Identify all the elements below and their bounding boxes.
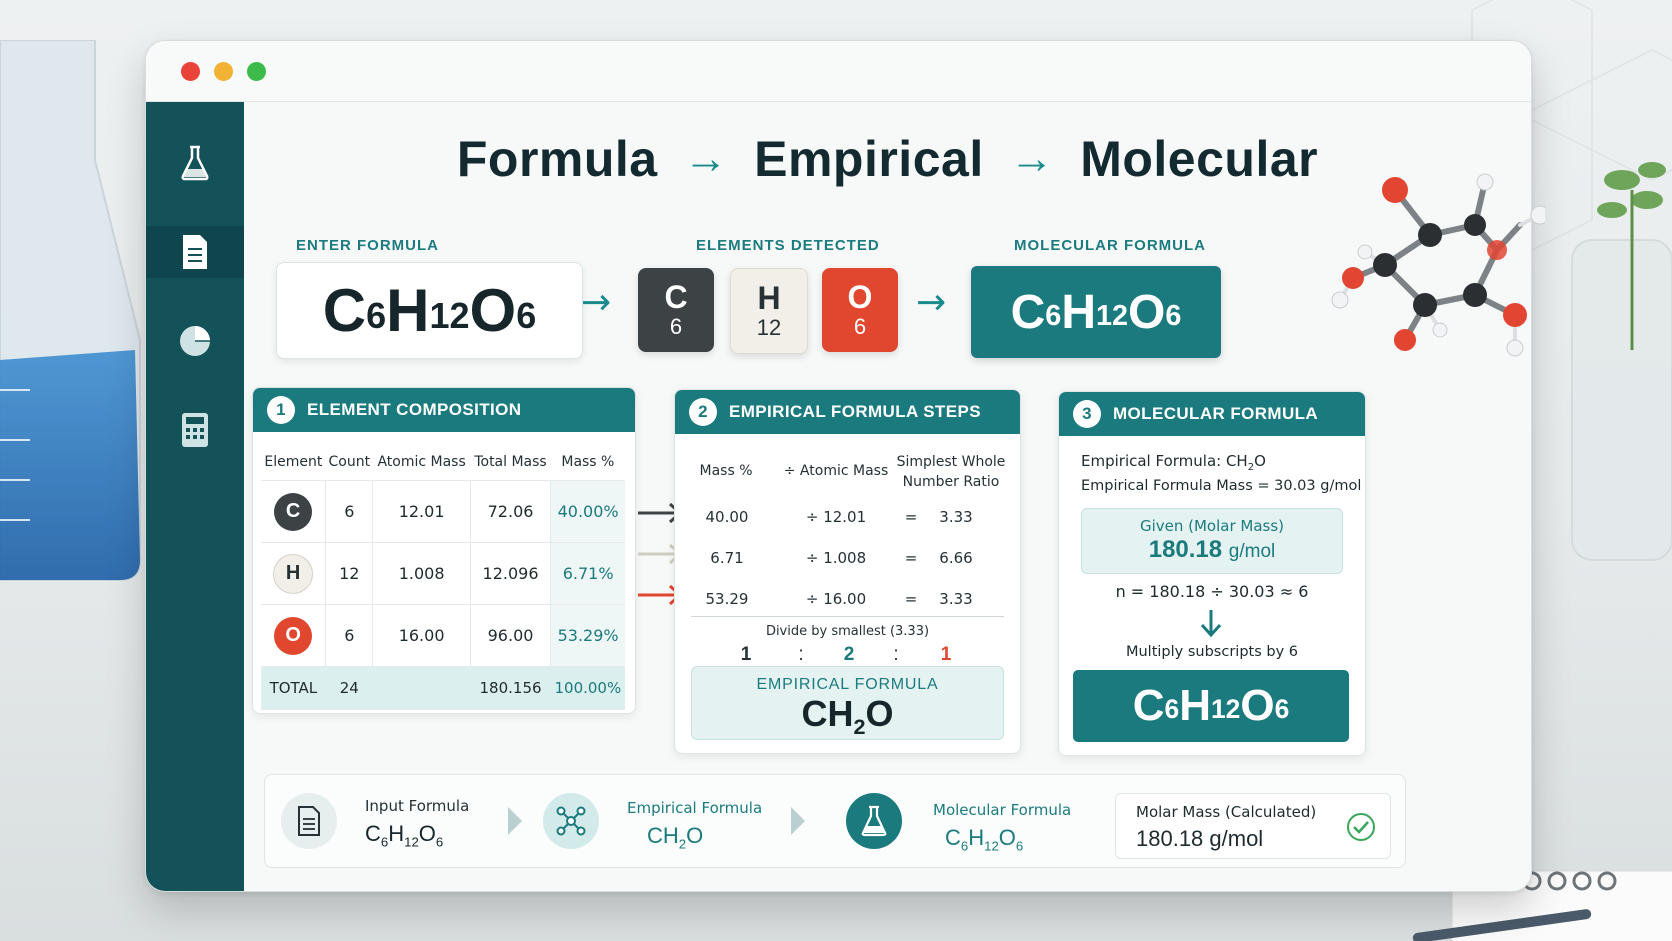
table-row: C 6 12.01 72.06 40.00%: [261, 480, 625, 543]
panel-header: 1 ELEMENT COMPOSITION: [253, 388, 635, 432]
multiply-note: Multiply subscripts by 6: [1125, 644, 1298, 660]
document-icon: [298, 806, 320, 836]
molecular-formula-display: C 6 H 12 O 6: [971, 266, 1221, 358]
table-row: H 12 1.008 12.096 6.71%: [261, 542, 625, 605]
sidebar: [146, 102, 244, 891]
glucose-molecule-model: [1331, 173, 1545, 357]
enter-formula-label: ENTER FORMULA: [296, 237, 439, 254]
summary-bar: Input Formula C6H12O6 Empirical Formula …: [264, 774, 1406, 868]
arrow-right-icon: →: [581, 282, 612, 323]
summary-empirical-value: CH2O: [647, 823, 704, 852]
document-icon: [183, 235, 207, 269]
empirical-formula-text: Empirical Formula: CH2O: [1081, 452, 1266, 473]
molecule-icon: [556, 806, 586, 836]
panel-header: 2 EMPIRICAL FORMULA STEPS: [675, 390, 1020, 434]
hydrogen-badge: H: [273, 553, 314, 594]
summary-empirical-icon: [543, 793, 599, 849]
total-row: TOTAL 24 180.156 100.00%: [261, 666, 625, 710]
composition-table: Element Count Atomic Mass Total Mass Mass % …: [261, 444, 625, 710]
sidebar-item-chart[interactable]: [146, 315, 244, 367]
close-window-button[interactable]: [181, 62, 200, 81]
element-tile-hydrogen: H 12: [730, 268, 808, 354]
check-circle-icon: [1347, 813, 1375, 841]
carbon-badge: C: [274, 492, 313, 531]
table-row: O 6 16.00 96.00 53.29%: [261, 604, 625, 667]
panel-header: 3 MOLECULAR FORMULA: [1059, 392, 1365, 436]
minimize-window-button[interactable]: [214, 62, 233, 81]
empirical-result-box: EMPIRICAL FORMULA CH2O: [691, 666, 1004, 740]
molar-mass-value: 180.18 g/mol: [1136, 826, 1264, 851]
summary-molecular-icon: [846, 793, 902, 849]
title-molecular: Molecular: [1080, 131, 1319, 187]
title-bar: [146, 41, 1531, 102]
arrow-right-icon: →: [916, 282, 947, 323]
molecular-result-box: C 6 H 12 O 6: [1073, 670, 1349, 742]
plant-image: [1571, 162, 1672, 561]
summary-input-label: Input Formula: [365, 797, 470, 815]
chevron-right-icon: [791, 807, 805, 835]
n-calculation: n = 180.18 ÷ 30.03 ≈ 6: [1115, 582, 1309, 601]
step-row: 40.00 ÷ 12.01 = 3.33: [705, 508, 973, 526]
sidebar-item-calculator[interactable]: [146, 404, 244, 456]
summary-molecular-label: Molecular Formula: [933, 801, 1072, 819]
element-tile-oxygen: O6: [822, 268, 898, 352]
arrow-right-icon: →: [683, 134, 729, 183]
molar-mass-card: Molar Mass (Calculated) 180.18 g/mol: [1115, 793, 1391, 859]
arrow-down-icon: [1200, 610, 1222, 638]
summary-input-value: C6H12O6: [365, 821, 444, 850]
element-tile-carbon: C6: [638, 268, 714, 352]
empirical-mass-text: Empirical Formula Mass = 30.03 g/mol: [1081, 478, 1362, 494]
empirical-steps-panel: 2 EMPIRICAL FORMULA STEPS Mass % ÷ Atomic…: [674, 389, 1021, 754]
elements-detected-label: ELEMENTS DETECTED: [696, 237, 880, 254]
title-formula: Formula: [456, 131, 658, 187]
summary-molecular-value: C6H12O6: [945, 825, 1024, 854]
calculator-icon: [182, 413, 208, 447]
sidebar-item-document[interactable]: [146, 226, 244, 278]
molar-mass-label: Molar Mass (Calculated): [1136, 803, 1317, 821]
pie-chart-icon: [180, 326, 210, 356]
step-row: 6.71 ÷ 1.008 = 6.66: [710, 549, 973, 567]
summary-input-icon: [281, 793, 337, 849]
sidebar-item-flask[interactable]: [146, 137, 244, 189]
chevron-right-icon: [508, 807, 522, 835]
step-row: 53.29 ÷ 16.00 = 3.33: [705, 590, 973, 608]
given-molar-mass-box: Given (Molar Mass) 180.18 g/mol: [1081, 508, 1343, 574]
app-window: Formula → Empirical → Molecular ENTER FO…: [145, 40, 1532, 892]
molecular-formula-panel: 3 MOLECULAR FORMULA Empirical Formula: CH…: [1058, 391, 1366, 756]
arrow-right-icon: →: [1009, 134, 1055, 183]
beaker-image: [0, 40, 141, 581]
title-empirical: Empirical: [754, 131, 984, 187]
flask-icon: [181, 145, 209, 181]
summary-empirical-label: Empirical Formula: [627, 799, 763, 817]
formula-input[interactable]: C 6 H 12 O 6: [276, 262, 583, 359]
divide-note: Divide by smallest (3.33): [765, 624, 930, 639]
element-composition-panel: 1 ELEMENT COMPOSITION Element Count Atomic …: [252, 387, 636, 714]
flask-icon: [861, 805, 887, 837]
oxygen-badge: O: [274, 616, 313, 655]
ratio-row: 1 : 2 : 1: [740, 644, 952, 665]
maximize-window-button[interactable]: [247, 62, 266, 81]
molecular-formula-label: MOLECULAR FORMULA: [1014, 237, 1206, 254]
